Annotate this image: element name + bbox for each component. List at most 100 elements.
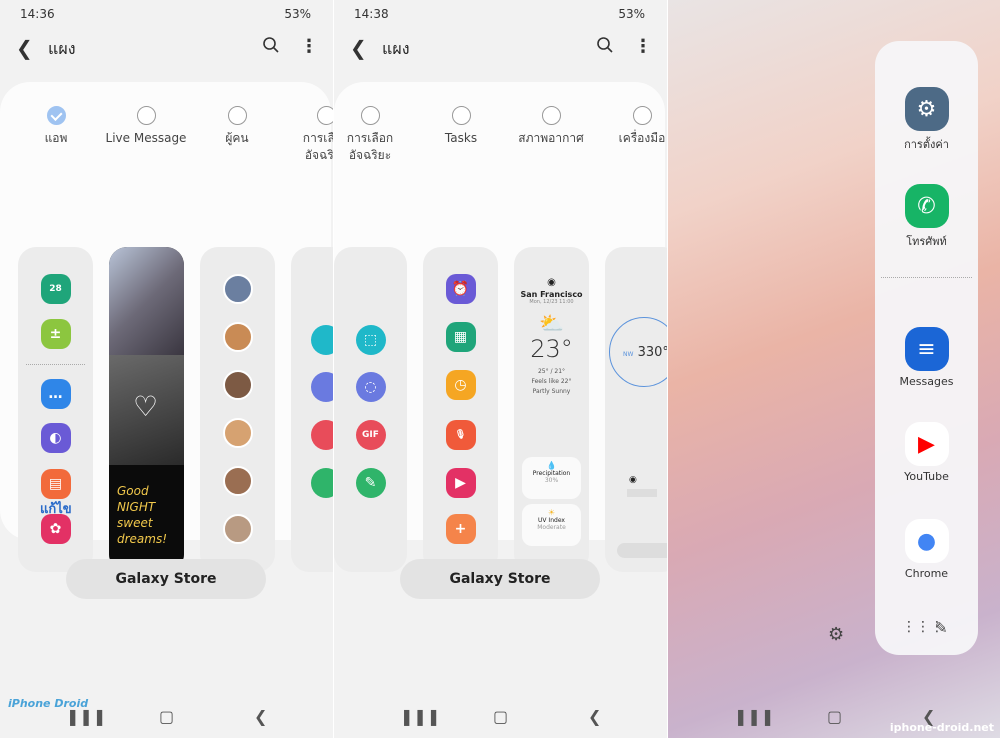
- tasks-panel-preview[interactable]: ⏰ ▦ ◷ 🎙 ▶ +: [423, 247, 498, 572]
- voice-recorder-icon: 🎙: [445, 420, 476, 450]
- back-icon[interactable]: ❮: [16, 36, 33, 60]
- galaxy-store-button[interactable]: Galaxy Store: [400, 559, 600, 599]
- contact-avatar: [222, 370, 253, 400]
- radio-button[interactable]: [541, 106, 561, 125]
- animation-gif-icon: [311, 420, 333, 450]
- home-icon[interactable]: ▢: [493, 707, 508, 726]
- compass-reading: NW 330°: [623, 345, 667, 360]
- screen-edge-panel: ⚙ ⋮⋮⋮ ✎ ⚙ การตั้งค่า ✆ โทรศัพท์ ≡ Messages ▶ Yo…: [668, 0, 1000, 738]
- panel-option[interactable]: การเลือกอัจฉริยะ: [334, 106, 420, 164]
- calendar-icon: 28: [40, 274, 71, 304]
- tools-panel-preview[interactable]: NW 330° ◉: [605, 247, 667, 572]
- edge-app-label: Chrome: [904, 567, 949, 580]
- search-icon[interactable]: [596, 36, 614, 54]
- status-battery: 53%: [284, 7, 311, 21]
- home-icon[interactable]: ▢: [827, 707, 842, 726]
- panel-option[interactable]: การเลือกอัจฉริยะ: [276, 106, 333, 164]
- panel-option[interactable]: เครื่องมือ: [592, 106, 667, 147]
- settings-icon: ⚙: [904, 87, 949, 131]
- pin-to-screen-icon: ✎: [355, 468, 386, 498]
- panel-option-label: ผู้คน: [225, 131, 249, 145]
- weather-condition: Partly Sunny: [532, 388, 571, 395]
- panel-option[interactable]: สภาพอากาศ: [501, 106, 601, 147]
- weather-temp: 23°: [530, 335, 573, 363]
- edge-app[interactable]: ● Chrome: [875, 519, 978, 580]
- home-icon[interactable]: ▢: [159, 707, 174, 726]
- recents-icon[interactable]: ❚❚❚: [66, 707, 106, 726]
- weather-feels: Feels like 22°: [531, 378, 572, 385]
- weather-date: Mon, 12/23 11:00: [529, 299, 574, 305]
- screen-panels-more: 14:38 53% ❮ แผง ⋮ การเลือกอัจฉริยะ Tasks ส…: [334, 0, 667, 738]
- live-message-image-cat: [109, 247, 184, 355]
- divider: [881, 277, 972, 278]
- phone-icon: ✆: [904, 184, 949, 228]
- nav-bar: ❚❚❚ ▢ ❮: [0, 707, 333, 729]
- animation-gif-icon: GIF: [355, 420, 386, 450]
- panel-option[interactable]: Live Message: [96, 106, 196, 147]
- people-panel-preview[interactable]: [200, 247, 275, 572]
- status-time: 14:36: [20, 7, 55, 21]
- panels-card: การเลือกอัจฉริยะ Tasks สภาพอากาศ เครื่องมือ…: [334, 82, 667, 572]
- panel-option[interactable]: Tasks: [411, 106, 511, 147]
- radio-button[interactable]: [632, 106, 652, 125]
- radio-button[interactable]: [136, 106, 156, 125]
- add-icon: +: [445, 514, 476, 544]
- rectangle-select-icon: ⬚: [355, 325, 386, 355]
- radio-button[interactable]: [227, 106, 247, 125]
- back-icon[interactable]: ❮: [350, 36, 367, 60]
- partly-sunny-icon: ⛅: [539, 311, 564, 335]
- radio-button[interactable]: [451, 106, 471, 125]
- location-pin-icon: ◉: [547, 277, 556, 288]
- edit-pencil-icon[interactable]: ✎: [935, 619, 948, 637]
- more-options-icon[interactable]: ⋮: [300, 36, 318, 57]
- precip-value: 30%: [544, 477, 559, 484]
- compass-heading: 330°: [637, 345, 667, 360]
- status-battery: 53%: [618, 7, 645, 21]
- live-message-panel-preview[interactable]: ♡ Good NIGHT sweet dreams!: [109, 247, 184, 572]
- edge-settings-icon[interactable]: ⚙: [828, 624, 844, 645]
- edit-link[interactable]: แก้ไข: [40, 498, 72, 519]
- contact-avatar: [222, 274, 253, 304]
- radio-button[interactable]: [46, 106, 66, 125]
- weather-panel-preview[interactable]: ◉ San Francisco Mon, 12/23 11:00 ⛅ 23° 2…: [514, 247, 589, 572]
- galaxy-store-button[interactable]: Galaxy Store: [66, 559, 266, 599]
- rectangle-select-icon: [311, 325, 333, 355]
- screen-panels-apps: 14:36 53% ❮ แผง ⋮ แอพ Live Message ผู้คน กา…: [0, 0, 333, 738]
- panel-option[interactable]: แอพ: [6, 106, 106, 147]
- raindrop-icon: 💧: [546, 461, 557, 470]
- edge-panel: ⋮⋮⋮ ✎ ⚙ การตั้งค่า ✆ โทรศัพท์ ≡ Messages ▶ YouT…: [875, 41, 978, 655]
- placeholder-bar: [627, 489, 657, 497]
- apps-panel-preview[interactable]: 28 ±… ◐ ▤ ✿: [18, 247, 93, 572]
- nav-back-icon[interactable]: ❮: [254, 707, 267, 726]
- contact-avatar: [222, 466, 253, 496]
- panel-option-label: Live Message: [105, 131, 187, 145]
- smart-select-panel-preview[interactable]: ⬚ ◌ GIF ✎: [334, 247, 407, 572]
- uv-value: Moderate: [537, 524, 566, 531]
- edge-app[interactable]: ≡ Messages: [875, 327, 978, 388]
- panel-option-label: แอพ: [44, 131, 68, 145]
- location-pin-icon: ◉: [629, 475, 637, 485]
- divider: [26, 364, 85, 365]
- contact-avatar: [222, 418, 253, 448]
- smart-select-panel-preview[interactable]: [291, 247, 333, 572]
- contact-avatar: [222, 322, 253, 352]
- youtube-icon: ▶: [904, 422, 949, 466]
- internet-icon: ◐: [40, 423, 71, 453]
- radio-button[interactable]: [360, 106, 380, 125]
- status-time: 14:38: [354, 7, 389, 21]
- more-options-icon[interactable]: ⋮: [634, 36, 652, 57]
- edge-app[interactable]: ✆ โทรศัพท์: [875, 184, 978, 250]
- messages-icon: …: [40, 379, 71, 409]
- edge-app[interactable]: ▶ YouTube: [875, 422, 978, 483]
- edge-app[interactable]: ⚙ การตั้งค่า: [875, 87, 978, 153]
- nav-back-icon[interactable]: ❮: [588, 707, 601, 726]
- recents-icon[interactable]: ❚❚❚: [400, 707, 440, 726]
- notes-icon: ▤: [40, 469, 71, 499]
- recents-icon[interactable]: ❚❚❚: [734, 707, 774, 726]
- precip-label: Precipitation: [532, 470, 571, 477]
- panel-option-label: เครื่องมือ: [618, 131, 666, 145]
- panel-option[interactable]: ผู้คน: [187, 106, 287, 147]
- nav-bar: ❚❚❚ ▢ ❮: [334, 707, 667, 729]
- radio-button[interactable]: [316, 106, 333, 125]
- search-icon[interactable]: [262, 36, 280, 54]
